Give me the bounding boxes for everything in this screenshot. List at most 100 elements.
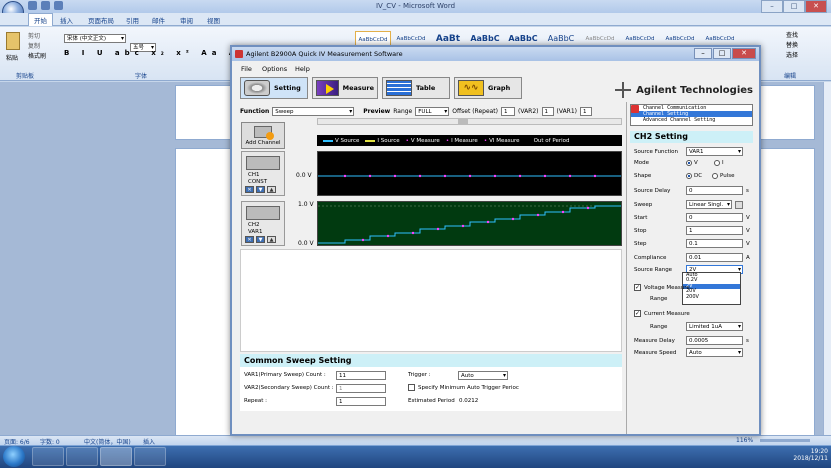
setting-button[interactable]: Setting (240, 77, 308, 99)
legend-v-measure: • V Measure (405, 137, 440, 144)
specify-trigger-checkbox[interactable] (408, 384, 415, 391)
copy-button[interactable]: 复制 (28, 41, 40, 50)
scroll-thumb[interactable] (458, 119, 468, 124)
ch2-label: CH2 VAR1 (248, 222, 263, 235)
menu-help[interactable]: Help (295, 65, 310, 73)
ch1-down-button[interactable]: ▼ (256, 186, 265, 193)
add-channel-button[interactable]: Add Channel (241, 122, 285, 149)
tab-mailings[interactable]: 邮件 (152, 15, 165, 25)
var1-input[interactable]: 1 (580, 106, 593, 116)
source-function-select[interactable]: VAR1 (686, 147, 743, 156)
voltage-measure-checkbox[interactable]: ✓ (634, 284, 641, 291)
ch1-panel[interactable]: CH1 CONST ✕ ▼ ▲ (241, 151, 285, 196)
function-select[interactable]: Sweep (272, 106, 355, 116)
shape-dc-radio[interactable] (686, 173, 692, 179)
source-delay-input[interactable]: 0 (686, 186, 743, 195)
menu-file[interactable]: File (241, 65, 252, 73)
document-scrollbar[interactable] (823, 82, 831, 435)
channel-empty-area (240, 249, 622, 352)
tab-view[interactable]: 视图 (207, 15, 220, 25)
repeat-input[interactable]: 1 (336, 397, 386, 406)
source-delay-row: Source Delay 0 s (634, 186, 749, 195)
ch2-setting-title: CH2 Setting (630, 131, 753, 143)
format-painter-button[interactable]: 格式刷 (28, 51, 46, 60)
find-button[interactable]: 查找 (786, 31, 798, 41)
replace-button[interactable]: 替换 (786, 41, 798, 51)
measure-speed-select[interactable]: Auto (686, 348, 743, 357)
ch1-remove-button[interactable]: ✕ (245, 186, 254, 193)
font-format-buttons[interactable]: B I U abc x₂ x² Aa A (64, 49, 239, 57)
cut-button[interactable]: 剪切 (28, 31, 40, 40)
stop-input[interactable]: 1 (686, 226, 743, 235)
font-group-label: 字体 (135, 73, 148, 80)
ch2-up-button[interactable]: ▲ (267, 236, 276, 243)
offset-input[interactable]: 1 (501, 106, 516, 116)
compliance-row: Compliance 0.01 A (634, 253, 750, 262)
ch2-panel[interactable]: CH2 VAR1 ✕ ▼ ▲ (241, 201, 285, 246)
shape-pulse-radio[interactable] (712, 173, 718, 179)
tab-home[interactable]: 开始 (28, 13, 53, 26)
range-select[interactable]: FULL (415, 106, 450, 116)
taskbar-folder-icon[interactable] (66, 447, 98, 466)
tab-review[interactable]: 审阅 (180, 15, 193, 25)
quick-access-toolbar[interactable] (28, 1, 63, 10)
agilent-window-controls[interactable]: – □ ✕ (694, 48, 756, 59)
ch2-down-button[interactable]: ▼ (256, 236, 265, 243)
tab-insert[interactable]: 插入 (60, 15, 73, 25)
tab-page-layout[interactable]: 页面布局 (88, 15, 114, 25)
tab-references[interactable]: 引用 (126, 15, 139, 25)
current-range-row: Range Limited 1uA (634, 322, 743, 331)
taskbar-ie-icon[interactable] (32, 447, 64, 466)
zoom-slider[interactable] (760, 439, 810, 442)
sweep-select[interactable]: Linear Singl. (686, 200, 732, 209)
source-range-dropdown[interactable]: Auto 0.2V 2V 20V 200V (682, 272, 741, 305)
step-row: Step 0.1 V (634, 239, 750, 248)
select-button[interactable]: 选择 (786, 51, 798, 61)
close-icon[interactable]: ✕ (805, 0, 827, 13)
var2-input[interactable]: 1 (541, 106, 554, 116)
taskbar-agilent-icon[interactable] (100, 447, 132, 466)
word-window-controls[interactable]: – □ ✕ (761, 0, 827, 13)
sweep-row: Sweep Linear Singl. (634, 200, 743, 209)
list-item-advanced-channel-setting[interactable]: Advanced Channel Setting (631, 117, 752, 123)
settings-category-list[interactable]: Channel Communication Channel Setting Ad… (630, 104, 753, 126)
measure-button[interactable]: Measure (312, 77, 378, 99)
preview-scrollbar[interactable] (317, 118, 622, 125)
font-name-select[interactable]: 宋体 (中文正文) (64, 34, 126, 43)
menu-options[interactable]: Options (262, 65, 287, 73)
current-range-select[interactable]: Limited 1uA (686, 322, 743, 331)
ch2-remove-button[interactable]: ✕ (245, 236, 254, 243)
stop-row: Stop 1 V (634, 226, 750, 235)
ch2-bottom-label: 0.0 V (298, 240, 314, 247)
table-button[interactable]: Table (382, 77, 450, 99)
mode-i-radio[interactable] (714, 160, 720, 166)
taskbar-word-icon[interactable] (134, 447, 166, 466)
graph-button[interactable]: ∿∿ Graph (454, 77, 522, 99)
maximize-icon[interactable]: □ (713, 48, 731, 59)
start-button[interactable] (3, 446, 25, 467)
trigger-select[interactable]: Auto (458, 371, 508, 380)
waveform-legend: V Source I Source • V Measure • I Measure … (317, 135, 622, 146)
minimize-icon[interactable]: – (694, 48, 712, 59)
paste-button[interactable]: 粘贴 (6, 53, 18, 62)
shape-row: Shape DC Pulse (634, 173, 735, 179)
minimize-icon[interactable]: – (761, 0, 783, 13)
undo-icon[interactable] (41, 1, 50, 10)
save-icon[interactable] (28, 1, 37, 10)
redo-icon[interactable] (54, 1, 63, 10)
step-input[interactable]: 0.1 (686, 239, 743, 248)
compliance-input[interactable]: 0.01 (686, 253, 743, 262)
var2-count-input[interactable]: 1 (336, 384, 386, 393)
sweep-config-icon[interactable] (735, 200, 743, 209)
maximize-icon[interactable]: □ (783, 0, 805, 13)
mode-v-radio[interactable] (686, 160, 692, 166)
var1-count-input[interactable]: 11 (336, 371, 386, 380)
source-function-row: Source Function VAR1 (634, 147, 743, 156)
current-measure-checkbox[interactable]: ✓ (634, 310, 641, 317)
close-icon[interactable]: ✕ (732, 48, 756, 59)
measure-delay-input[interactable]: 0.0005 (686, 336, 743, 345)
range-option-200v[interactable]: 200V (683, 294, 740, 300)
paste-icon[interactable] (6, 32, 20, 50)
start-input[interactable]: 0 (686, 213, 743, 222)
ch1-up-button[interactable]: ▲ (267, 186, 276, 193)
